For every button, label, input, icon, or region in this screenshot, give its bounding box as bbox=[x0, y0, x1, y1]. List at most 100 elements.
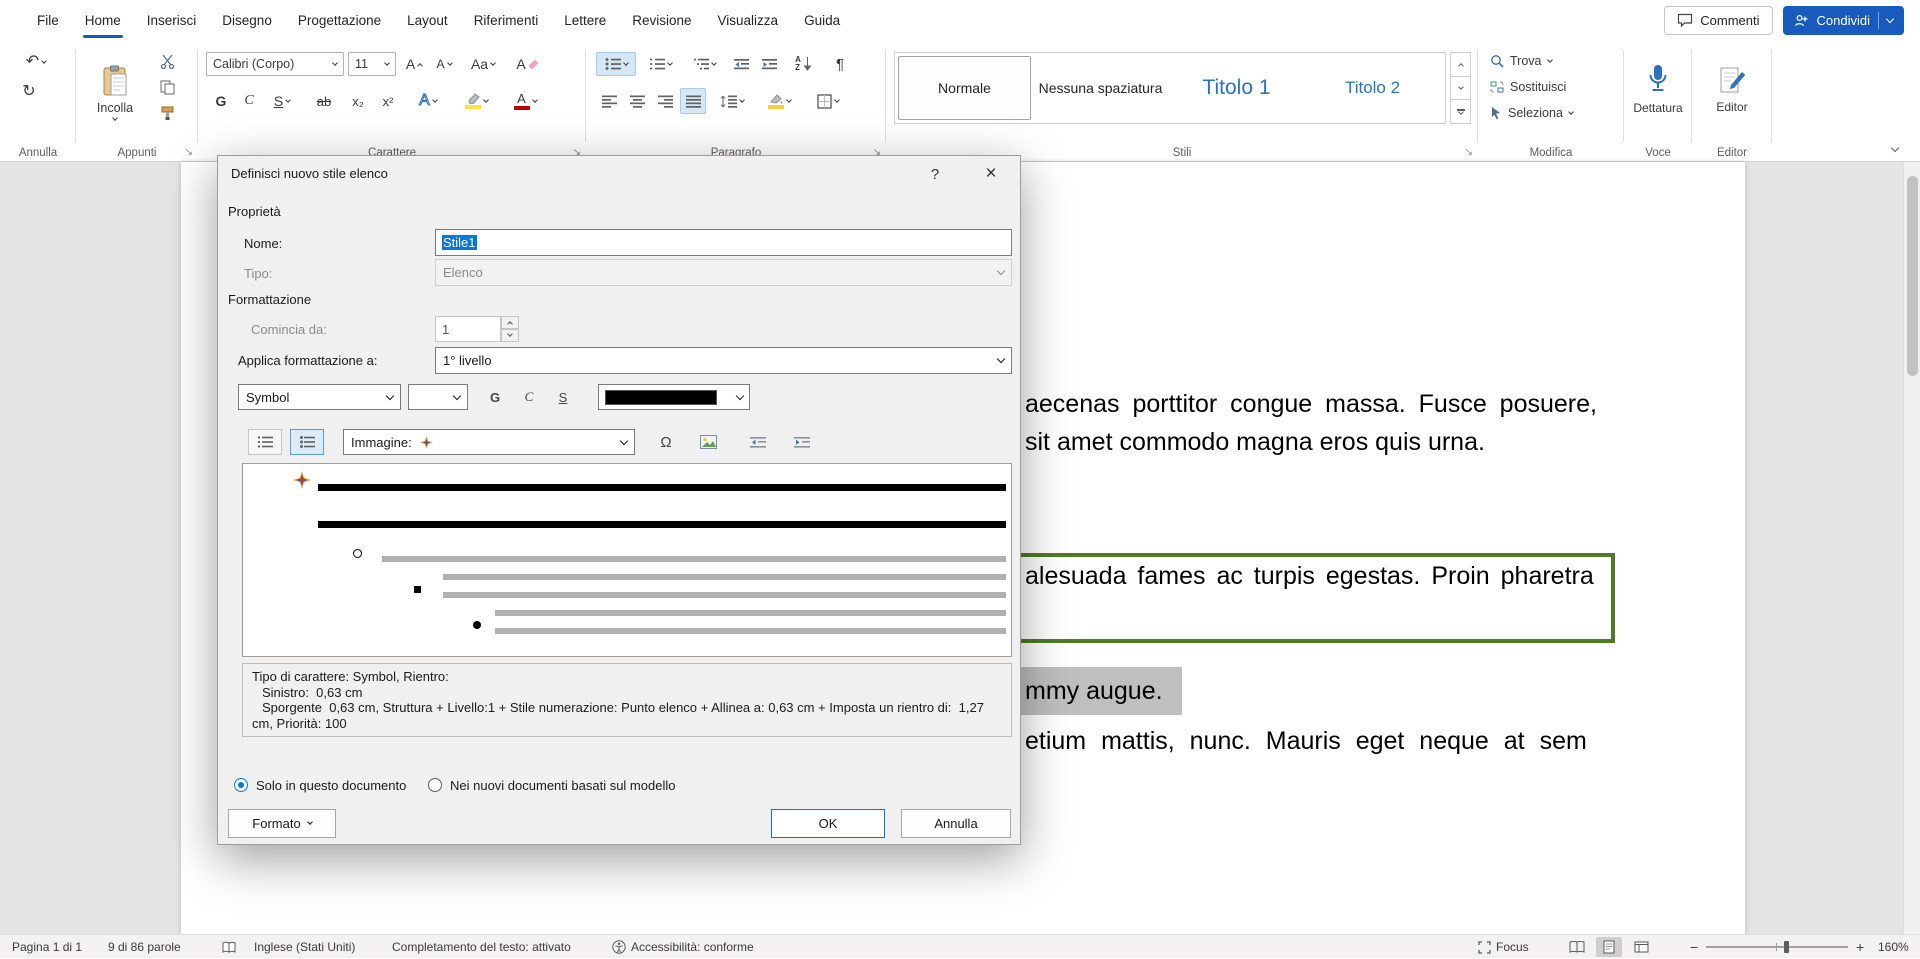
dialog-close-button[interactable]: × bbox=[976, 162, 1006, 186]
justify-button[interactable] bbox=[680, 88, 706, 114]
subscript-button[interactable]: x₂ bbox=[344, 88, 372, 114]
text-effects-button[interactable]: A bbox=[408, 88, 448, 114]
underline-dropdown-icon[interactable] bbox=[285, 97, 291, 103]
replace-button[interactable]: Sostituisci bbox=[1490, 76, 1566, 98]
redo-button[interactable]: ↻ bbox=[14, 80, 44, 104]
grow-font-button[interactable]: A bbox=[400, 52, 428, 76]
only-this-document-radio[interactable] bbox=[234, 778, 248, 792]
tab-lettere[interactable]: Lettere bbox=[551, 0, 619, 40]
apply-to-combo[interactable]: 1° livello bbox=[435, 347, 1012, 374]
style-nessuna-spaziatura[interactable]: Nessuna spaziatura bbox=[1034, 56, 1167, 120]
tab-file[interactable]: File bbox=[24, 0, 72, 40]
bullet-size-combo[interactable] bbox=[408, 384, 468, 410]
start-at-value[interactable]: 1 bbox=[435, 316, 501, 342]
proofing-status[interactable] bbox=[222, 935, 236, 959]
borders-dropdown-icon[interactable] bbox=[834, 97, 840, 103]
strikethrough-button[interactable]: ab bbox=[308, 88, 340, 114]
style-titolo-2[interactable]: Titolo 2 bbox=[1306, 56, 1439, 120]
find-button[interactable]: Trova bbox=[1490, 50, 1552, 72]
multilevel-list-button[interactable] bbox=[684, 52, 724, 76]
new-documents-label[interactable]: Nei nuovi documenti basati sul modello bbox=[450, 778, 675, 793]
borders-button[interactable] bbox=[806, 88, 850, 114]
bullet-style-button[interactable] bbox=[290, 429, 324, 455]
multilevel-dropdown-icon[interactable] bbox=[711, 60, 717, 66]
zoom-level[interactable]: 160% bbox=[1878, 935, 1909, 959]
bullet-font-combo[interactable]: Symbol bbox=[238, 384, 401, 410]
numbering-style-button[interactable] bbox=[248, 429, 282, 455]
dialog-italic-button[interactable]: C bbox=[515, 384, 543, 410]
share-button[interactable]: Condividi bbox=[1783, 6, 1904, 35]
undo-button[interactable]: ↶ bbox=[14, 50, 58, 74]
shading-dropdown-icon[interactable] bbox=[786, 97, 792, 103]
stili-dialog-launcher[interactable]: ↘ bbox=[1465, 148, 1473, 158]
word-count[interactable]: 9 di 86 parole bbox=[108, 935, 181, 959]
tab-visualizza[interactable]: Visualizza bbox=[705, 0, 792, 40]
tab-riferimenti[interactable]: Riferimenti bbox=[461, 0, 552, 40]
format-painter-button[interactable] bbox=[154, 102, 180, 124]
appunti-dialog-launcher[interactable]: ↘ bbox=[185, 148, 193, 158]
highlight-dropdown-icon[interactable] bbox=[483, 97, 489, 103]
styles-scroll-up[interactable] bbox=[1450, 52, 1471, 77]
copy-button[interactable] bbox=[154, 76, 180, 98]
tab-home[interactable]: Home bbox=[72, 0, 134, 40]
italic-button[interactable]: C bbox=[236, 88, 262, 114]
align-center-button[interactable] bbox=[624, 88, 650, 114]
dictate-button[interactable]: Dettatura bbox=[1636, 48, 1680, 130]
comments-button[interactable]: Commenti bbox=[1664, 6, 1772, 35]
increase-indent-button[interactable] bbox=[756, 52, 782, 76]
dialog-increase-indent-button[interactable] bbox=[784, 429, 820, 455]
insert-picture-button[interactable] bbox=[690, 429, 726, 455]
paste-button[interactable]: Incolla bbox=[86, 48, 144, 136]
bullets-dropdown-icon[interactable] bbox=[623, 60, 629, 66]
read-mode-button[interactable] bbox=[1564, 937, 1590, 957]
show-formatting-button[interactable]: ¶ bbox=[826, 52, 854, 76]
dialog-bold-button[interactable]: G bbox=[481, 384, 509, 410]
decrease-indent-button[interactable] bbox=[728, 52, 754, 76]
align-right-button[interactable] bbox=[652, 88, 678, 114]
language-indicator[interactable]: Inglese (Stati Uniti) bbox=[254, 935, 355, 959]
text-predictions-indicator[interactable]: Completamento del testo: attivato bbox=[392, 935, 571, 959]
line-spacing-dropdown-icon[interactable] bbox=[739, 97, 745, 103]
shading-button[interactable] bbox=[758, 88, 800, 114]
tab-revisione[interactable]: Revisione bbox=[619, 0, 704, 40]
styles-scroll-down[interactable] bbox=[1450, 77, 1471, 101]
underline-button[interactable]: S bbox=[264, 88, 300, 114]
select-button[interactable]: Seleziona bbox=[1490, 102, 1573, 124]
style-titolo-1[interactable]: Titolo 1 bbox=[1170, 56, 1303, 120]
accessibility-status[interactable]: Accessibilità: conforme bbox=[612, 935, 754, 959]
cut-button[interactable] bbox=[154, 50, 180, 72]
superscript-button[interactable]: x² bbox=[374, 88, 402, 114]
zoom-out-button[interactable]: − bbox=[1690, 935, 1698, 959]
bold-button[interactable]: G bbox=[208, 88, 234, 114]
scrollbar-thumb[interactable] bbox=[1907, 176, 1918, 376]
numbering-dropdown-icon[interactable] bbox=[667, 60, 673, 66]
print-layout-button[interactable] bbox=[1596, 937, 1622, 957]
dialog-decrease-indent-button[interactable] bbox=[740, 429, 776, 455]
tab-disegno[interactable]: Disegno bbox=[209, 0, 285, 40]
clear-formatting-button[interactable]: A bbox=[510, 52, 544, 76]
symbol-button[interactable]: Ω bbox=[648, 429, 684, 455]
change-case-button[interactable]: Aa bbox=[462, 52, 504, 76]
undo-dropdown-icon[interactable] bbox=[41, 58, 47, 64]
share-dropdown-icon[interactable] bbox=[1886, 14, 1894, 22]
bullets-button[interactable] bbox=[596, 52, 636, 76]
spinner-down[interactable] bbox=[501, 329, 519, 342]
dialog-help-button[interactable]: ? bbox=[920, 162, 950, 186]
style-normale[interactable]: Normale bbox=[898, 56, 1031, 120]
spinner-up[interactable] bbox=[501, 316, 519, 329]
line-spacing-button[interactable] bbox=[712, 88, 752, 114]
picture-bullet-combo[interactable]: Immagine: bbox=[343, 429, 635, 455]
page-indicator[interactable]: Pagina 1 di 1 bbox=[12, 935, 82, 959]
shrink-font-button[interactable]: A bbox=[430, 52, 458, 76]
vertical-scrollbar[interactable] bbox=[1903, 162, 1920, 934]
font-color-combo[interactable] bbox=[598, 384, 750, 410]
zoom-in-button[interactable]: + bbox=[1856, 935, 1864, 959]
start-at-spinner[interactable]: 1 bbox=[435, 316, 519, 342]
tab-layout[interactable]: Layout bbox=[394, 0, 461, 40]
only-this-document-label[interactable]: Solo in questo documento bbox=[256, 778, 406, 793]
paste-dropdown-icon[interactable] bbox=[112, 115, 118, 121]
font-size-combo[interactable]: 11 bbox=[348, 52, 396, 76]
name-field[interactable]: Stile1 bbox=[435, 229, 1012, 256]
align-left-button[interactable] bbox=[596, 88, 622, 114]
font-name-combo[interactable]: Calibri (Corpo) bbox=[206, 52, 344, 76]
